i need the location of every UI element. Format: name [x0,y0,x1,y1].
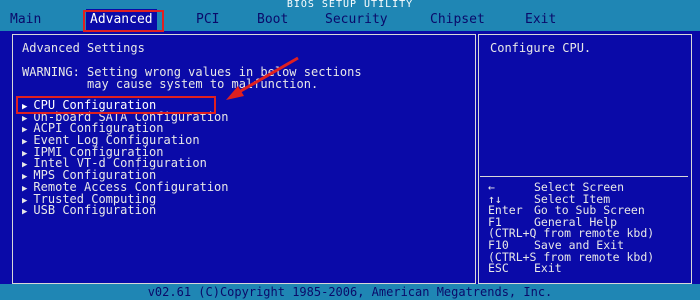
annotation-highlight-cpu [16,96,216,114]
submenu-arrow-icon: ▶ [22,207,28,218]
tab-exit[interactable]: Exit [525,9,556,31]
submenu-arrow-icon: ▶ [22,172,28,183]
divider [480,176,688,177]
list-item-usb[interactable]: ▶ USB Configuration [22,203,229,218]
warning-text-cont: may cause system to malfunction. [22,77,319,91]
help-key: ESC [488,261,509,276]
key-help: ← Select Screen ↑↓ Select Item Enter Go to … [488,181,654,276]
submenu-arrow-icon: ▶ [22,195,28,206]
copyright-bar: v02.61 (C)Copyright 1985-2006, American … [0,284,700,300]
submenu-arrow-icon: ▶ [22,148,28,159]
tab-pci[interactable]: PCI [196,9,219,31]
submenu-arrow-icon: ▶ [22,125,28,136]
help-row: ESC Exit [488,261,654,276]
submenu-arrow-icon: ▶ [22,160,28,171]
submenu-arrow-icon: ▶ [22,183,28,194]
tab-main[interactable]: Main [10,9,41,31]
tab-chipset[interactable]: Chipset [430,9,485,31]
window-title: BIOS SETUP UTILITY [0,0,700,10]
item-description: Configure CPU. [490,41,592,55]
list-item-label: USB Configuration [33,203,157,218]
tab-security[interactable]: Security [325,9,388,31]
annotation-highlight-advanced [83,10,164,32]
tab-boot[interactable]: Boot [257,9,288,31]
panel-heading: Advanced Settings [22,41,145,55]
bios-screen: BIOS SETUP UTILITY Main Advanced PCI Boo… [0,0,700,300]
submenu-arrow-icon: ▶ [22,137,28,148]
settings-list: ▶ CPU Configuration ▶ On-board SATA Config… [22,99,229,218]
help-action: Exit [534,261,562,276]
submenu-arrow-icon: ▶ [22,113,28,124]
help-row: (CTRL+S from remote kbd) [488,251,654,264]
